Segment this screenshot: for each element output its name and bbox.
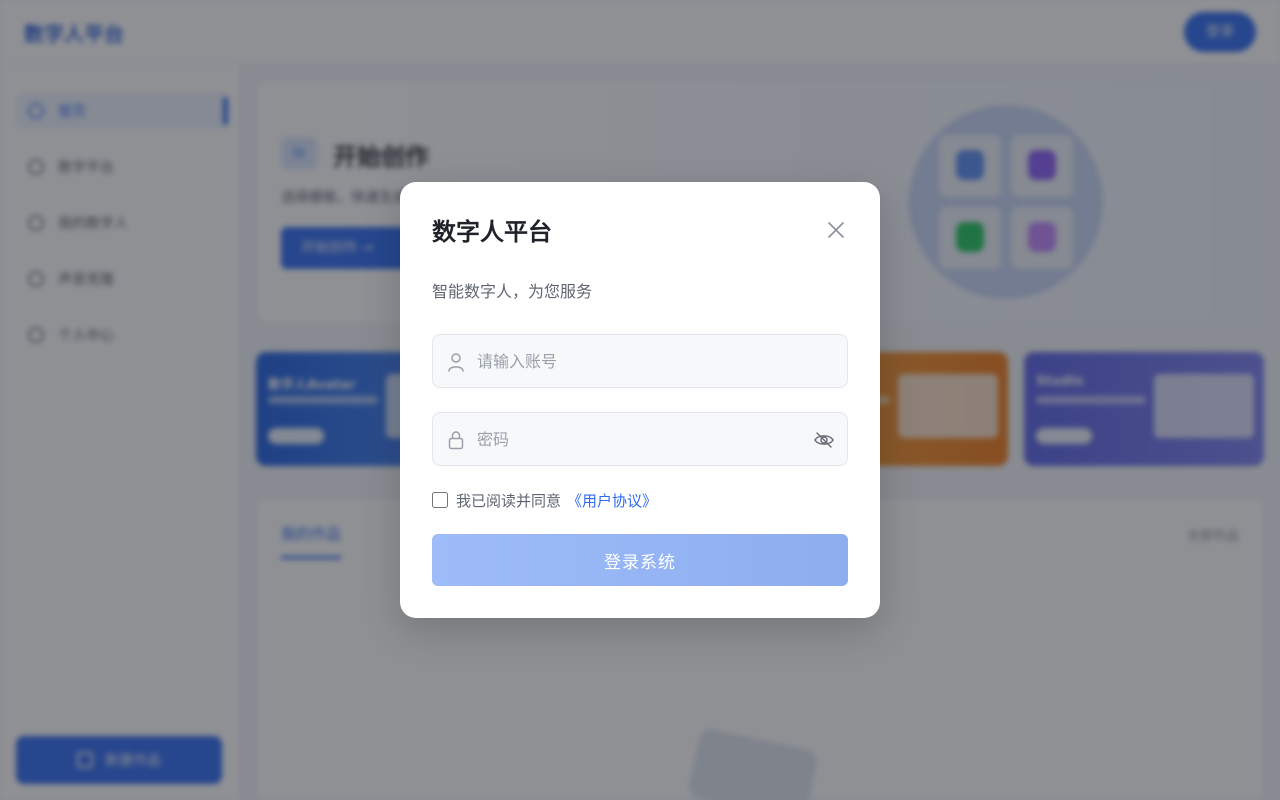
password-input[interactable]: [477, 414, 797, 464]
agreement-text: 我已阅读并同意: [456, 491, 562, 510]
user-agreement-link[interactable]: 《用户协议》: [567, 490, 657, 511]
close-icon: [828, 222, 844, 238]
modal-title: 数字人平台: [432, 218, 552, 246]
login-submit-button[interactable]: 登录系统: [432, 534, 848, 586]
password-field: [432, 412, 848, 466]
agreement-checkbox[interactable]: [432, 492, 448, 508]
modal-subtitle: 智能数字人，为您服务: [432, 282, 593, 301]
eye-off-icon[interactable]: [813, 430, 835, 450]
user-icon: [448, 353, 464, 372]
login-modal: 数字人平台 智能数字人，为您服务 我已阅读并同意 《用户协议》 登录系统: [400, 182, 880, 618]
agreement-row: 我已阅读并同意 《用户协议》: [432, 489, 657, 511]
account-field: [432, 334, 848, 388]
lock-icon: [448, 431, 464, 450]
close-button[interactable]: [822, 216, 850, 244]
account-input[interactable]: [477, 336, 797, 386]
